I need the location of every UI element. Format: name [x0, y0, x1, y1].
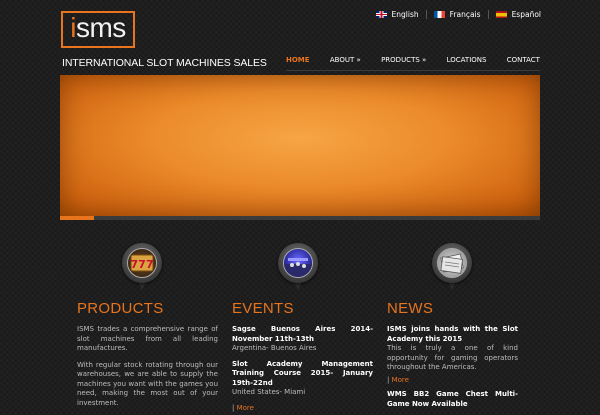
slider-progress-fill: [60, 216, 94, 220]
event-item[interactable]: Sagse Buenos Aires 2014- November 11th-1…: [232, 325, 373, 354]
slider-progress-track: [60, 216, 540, 220]
main-nav: HOME ABOUT » PRODUCTS » LOCATIONS CONTAC…: [286, 53, 540, 67]
products-pin[interactable]: 777: [122, 243, 162, 297]
news-more-link[interactable]: | More: [387, 376, 518, 386]
events-pin[interactable]: [278, 243, 318, 297]
nav-home[interactable]: HOME: [286, 56, 310, 64]
language-divider: [425, 10, 427, 19]
hero-slider[interactable]: [60, 75, 540, 216]
language-divider: [487, 10, 489, 19]
language-label: Español: [511, 10, 541, 19]
products-paragraph: ISMS trades a comprehensive range of slo…: [77, 325, 218, 352]
event-location: United States- Miami: [232, 388, 306, 396]
logo-letters-sms: sms: [75, 12, 126, 43]
nav-contact[interactable]: CONTACT: [507, 56, 540, 64]
nav-divider: [286, 70, 540, 71]
uk-flag-icon: [375, 11, 387, 18]
language-label: Français: [449, 10, 481, 19]
tagline: INTERNATIONAL SLOT MACHINES SALES: [62, 57, 267, 69]
events-title: EVENTS: [232, 300, 294, 317]
events-section: EVENTS Sagse Buenos Aires 2014- November…: [232, 300, 373, 413]
event-item[interactable]: Slot Academy Management Training Course …: [232, 360, 373, 398]
event-photo-icon: [283, 248, 313, 278]
language-label: English: [391, 10, 419, 19]
more-label: More: [391, 375, 409, 384]
language-switcher: English Français Español: [375, 10, 541, 19]
france-flag-icon: [433, 11, 445, 18]
products-paragraph: With regular stock rotating through our …: [77, 360, 218, 407]
news-item-body: This is truly a one of kind opportunity …: [387, 344, 518, 371]
news-pin[interactable]: [432, 243, 472, 297]
svg-text:777: 777: [131, 258, 154, 271]
news-item-title[interactable]: ISMS joins hands with the Slot Academy t…: [387, 325, 518, 344]
logo[interactable]: isms: [61, 11, 135, 48]
products-title: PRODUCTS: [77, 300, 164, 317]
language-english[interactable]: English: [375, 10, 419, 19]
logo-text: isms: [70, 14, 126, 42]
event-location: Argentina- Buenos Aires: [232, 344, 317, 352]
news-item[interactable]: ISMS joins hands with the Slot Academy t…: [387, 325, 518, 373]
event-title[interactable]: Sagse Buenos Aires 2014- November 11th-1…: [232, 325, 373, 344]
event-title[interactable]: Slot Academy Management Training Course …: [232, 360, 373, 389]
nav-products[interactable]: PRODUCTS »: [381, 56, 426, 64]
spain-flag-icon: [495, 11, 507, 18]
language-spanish[interactable]: Español: [495, 10, 541, 19]
nav-locations[interactable]: LOCATIONS: [447, 56, 487, 64]
newspaper-icon: [437, 248, 467, 278]
more-label: More: [236, 403, 254, 412]
news-section: NEWS ISMS joins hands with the Slot Acad…: [387, 300, 518, 409]
events-more-link[interactable]: | More: [232, 404, 373, 414]
products-section: PRODUCTS ISMS trades a comprehensive ran…: [77, 300, 218, 415]
nav-about[interactable]: ABOUT »: [330, 56, 361, 64]
language-french[interactable]: Français: [433, 10, 481, 19]
news-title: NEWS: [387, 300, 434, 317]
slot-reel-777-icon: 777: [127, 248, 157, 278]
